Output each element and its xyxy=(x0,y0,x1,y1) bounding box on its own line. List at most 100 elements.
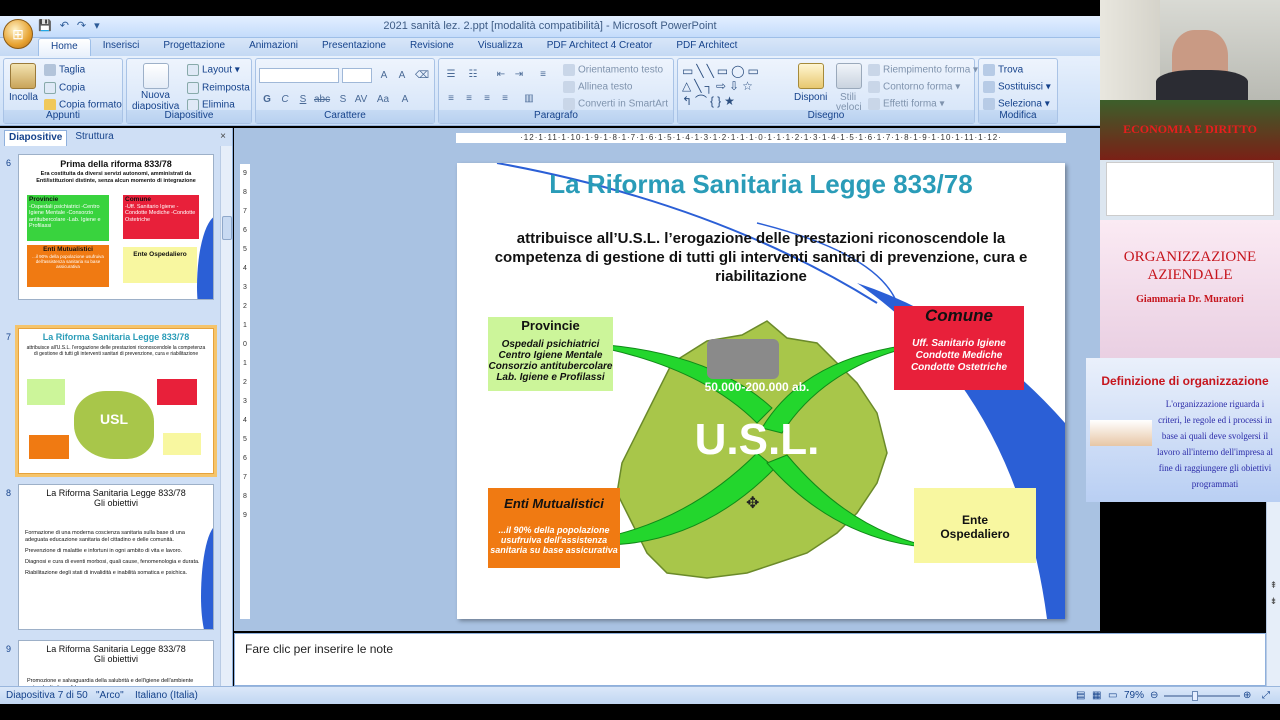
tab-presentazione[interactable]: Presentazione xyxy=(310,38,398,56)
editor-scrollbar[interactable]: ⇞ ⇟ xyxy=(1266,500,1280,686)
align-left-icon[interactable]: ≡ xyxy=(443,91,459,106)
usl-label[interactable]: U.S.L. xyxy=(677,415,837,465)
box-enti-mutualistici[interactable]: Enti Mutualistici ...il 90% della popola… xyxy=(488,488,620,568)
columns-icon[interactable]: ▥ xyxy=(521,91,537,106)
arrange-button[interactable]: Disponi xyxy=(794,92,827,103)
close-icon[interactable]: × xyxy=(220,131,226,142)
tab-visualizza[interactable]: Visualizza xyxy=(466,38,535,56)
website-preview xyxy=(1106,162,1274,216)
font-name-select[interactable] xyxy=(259,68,339,83)
smartart-button[interactable]: Converti in SmartArt xyxy=(563,98,668,110)
clear-format-icon[interactable]: ⌫ xyxy=(414,68,430,83)
reset-button[interactable]: Reimposta xyxy=(187,82,250,94)
slide-thumbnail-6[interactable]: Prima della riforma 833/78 Era costituit… xyxy=(18,154,214,300)
box-comune[interactable]: Comune Uff. Sanitario Igiene Condotte Me… xyxy=(894,306,1024,390)
layout-button[interactable]: Layout ▾ xyxy=(187,64,240,76)
next-slide-icon[interactable]: ⇟ xyxy=(1268,596,1279,608)
group-disegno: ▭╲╲▭◯▭ △╲┐⇨⇩☆ ↰⌒{}★ Disponi Stili veloci R… xyxy=(677,58,978,124)
def-title: Definizione di organizzazione xyxy=(1101,374,1269,388)
shape-outline-button[interactable]: Contorno forma ▾ xyxy=(868,81,960,93)
select-icon xyxy=(983,98,995,110)
fit-slide-icon[interactable]: ⤢ xyxy=(1262,690,1270,701)
align-center-icon[interactable]: ≡ xyxy=(461,91,477,106)
shape-effects-button[interactable]: Effetti forma ▾ xyxy=(868,98,945,110)
office-button[interactable]: ⊞ xyxy=(3,19,33,49)
slide-title[interactable]: La Riforma Sanitaria Legge 833/78 xyxy=(457,169,1065,200)
increase-indent-icon[interactable]: ⇥ xyxy=(511,67,527,82)
fill-icon xyxy=(868,64,880,76)
text-direction-icon xyxy=(563,64,575,76)
cut-button[interactable]: Taglia xyxy=(44,64,85,76)
grow-font-icon[interactable]: A xyxy=(376,68,392,83)
paste-button[interactable]: Incolla xyxy=(9,92,38,103)
normal-view-icon[interactable]: ▤ xyxy=(1076,690,1085,701)
shapes-gallery[interactable]: ▭╲╲▭◯▭ △╲┐⇨⇩☆ ↰⌒{}★ xyxy=(682,64,786,108)
box-ente-ospedaliero[interactable]: Ente Ospedaliero xyxy=(914,488,1036,563)
replace-button[interactable]: Sostituisci ▾ xyxy=(983,81,1051,93)
zoom-level[interactable]: 79% xyxy=(1124,690,1144,701)
zoom-out-icon[interactable]: ⊖ xyxy=(1150,690,1158,701)
new-slide-button[interactable]: Nuova xyxy=(141,90,170,101)
tab-progettazione[interactable]: Progettazione xyxy=(151,38,237,56)
slide-thumbnail-7[interactable]: La Riforma Sanitaria Legge 833/78 attrib… xyxy=(15,325,217,477)
spacing-icon[interactable]: AV xyxy=(353,92,369,107)
box-provincie[interactable]: Provincie Ospedali psichiatrici Centro I… xyxy=(488,317,613,391)
italic-icon[interactable]: C xyxy=(277,92,293,107)
thumbnail-scrollbar[interactable] xyxy=(220,146,232,686)
text-direction-button[interactable]: Orientamento testo xyxy=(563,64,663,76)
slide-thumbnail-8[interactable]: La Riforma Sanitaria Legge 833/78 Gli ob… xyxy=(18,484,214,630)
tab-home[interactable]: Home xyxy=(38,38,91,56)
font-size-select[interactable] xyxy=(342,68,372,83)
tab-pdf-architect-creator[interactable]: PDF Architect 4 Creator xyxy=(535,38,665,56)
justify-icon[interactable]: ≡ xyxy=(497,91,513,106)
tab-struttura[interactable]: Struttura xyxy=(71,130,117,146)
sorter-view-icon[interactable]: ▦ xyxy=(1092,690,1101,701)
box-title: Comune xyxy=(925,306,993,325)
prev-slide-icon[interactable]: ⇞ xyxy=(1268,580,1279,592)
bullets-icon[interactable]: ☰ xyxy=(443,67,459,82)
tab-diapositive[interactable]: Diapositive xyxy=(4,130,68,146)
office-logo-icon: ⊞ xyxy=(12,25,24,42)
numbering-icon[interactable]: ☷ xyxy=(465,67,481,82)
zoom-slider[interactable] xyxy=(1164,695,1240,697)
zoom-slider-thumb[interactable] xyxy=(1192,691,1198,701)
population-label[interactable]: 50.000-200.000 ab. xyxy=(677,380,837,394)
notes-pane[interactable]: Fare clic per inserire le note xyxy=(234,633,1266,686)
scrollbar-thumb[interactable] xyxy=(222,216,232,240)
copy-button[interactable]: Copia xyxy=(44,82,85,94)
shape-fill-button[interactable]: Riempimento forma ▾ xyxy=(868,64,978,76)
zoom-in-icon[interactable]: ⊕ xyxy=(1243,690,1251,701)
align-text-button[interactable]: Allinea testo xyxy=(563,81,632,93)
case-icon[interactable]: Aa xyxy=(375,92,391,107)
tab-pdf-architect[interactable]: PDF Architect xyxy=(664,38,749,56)
font-color-icon[interactable]: A xyxy=(397,92,413,107)
tab-animazioni[interactable]: Animazioni xyxy=(237,38,310,56)
decrease-indent-icon[interactable]: ⇤ xyxy=(493,67,509,82)
underline-icon[interactable]: S xyxy=(295,92,311,107)
shadow-icon[interactable]: S xyxy=(335,92,351,107)
tab-revisione[interactable]: Revisione xyxy=(398,38,466,56)
binoculars-icon xyxy=(983,64,995,76)
thumb-title-2: Gli obiettivi xyxy=(93,654,138,664)
slide-thumbnail-9[interactable]: La Riforma Sanitaria Legge 833/78 Gli ob… xyxy=(18,640,214,686)
arrange-icon xyxy=(798,63,824,89)
thumb-box-comune: Comune -Uff. Sanitario Igiene -Condotte M… xyxy=(123,195,199,239)
align-right-icon[interactable]: ≡ xyxy=(479,91,495,106)
slide-counter: Diapositiva 7 di 50 xyxy=(6,690,88,701)
bold-icon[interactable]: G xyxy=(259,92,275,107)
select-button[interactable]: Seleziona ▾ xyxy=(983,98,1050,110)
line-spacing-icon[interactable]: ≡ xyxy=(535,67,551,82)
shrink-font-icon[interactable]: A xyxy=(394,68,410,83)
strikethrough-icon[interactable]: abc xyxy=(313,92,330,107)
tab-inserisci[interactable]: Inserisci xyxy=(91,38,152,56)
slide-body[interactable]: attribuisce all’U.S.L. l’erogazione dell… xyxy=(477,229,1045,286)
smartart-icon xyxy=(563,98,575,110)
find-button[interactable]: Trova xyxy=(983,64,1023,76)
group-appunti: Incolla Taglia Copia Copia formato Appun… xyxy=(3,58,123,124)
slide-canvas[interactable]: La Riforma Sanitaria Legge 833/78 attrib… xyxy=(457,163,1065,619)
org-title: ORGANIZZAZIONE AZIENDALE xyxy=(1123,249,1257,283)
slideshow-view-icon[interactable]: ▭ xyxy=(1108,690,1117,701)
paste-icon xyxy=(10,63,36,89)
language-indicator[interactable]: Italiano (Italia) xyxy=(135,690,198,701)
banner-text: ECONOMIA E DIRITTO xyxy=(1123,122,1257,136)
